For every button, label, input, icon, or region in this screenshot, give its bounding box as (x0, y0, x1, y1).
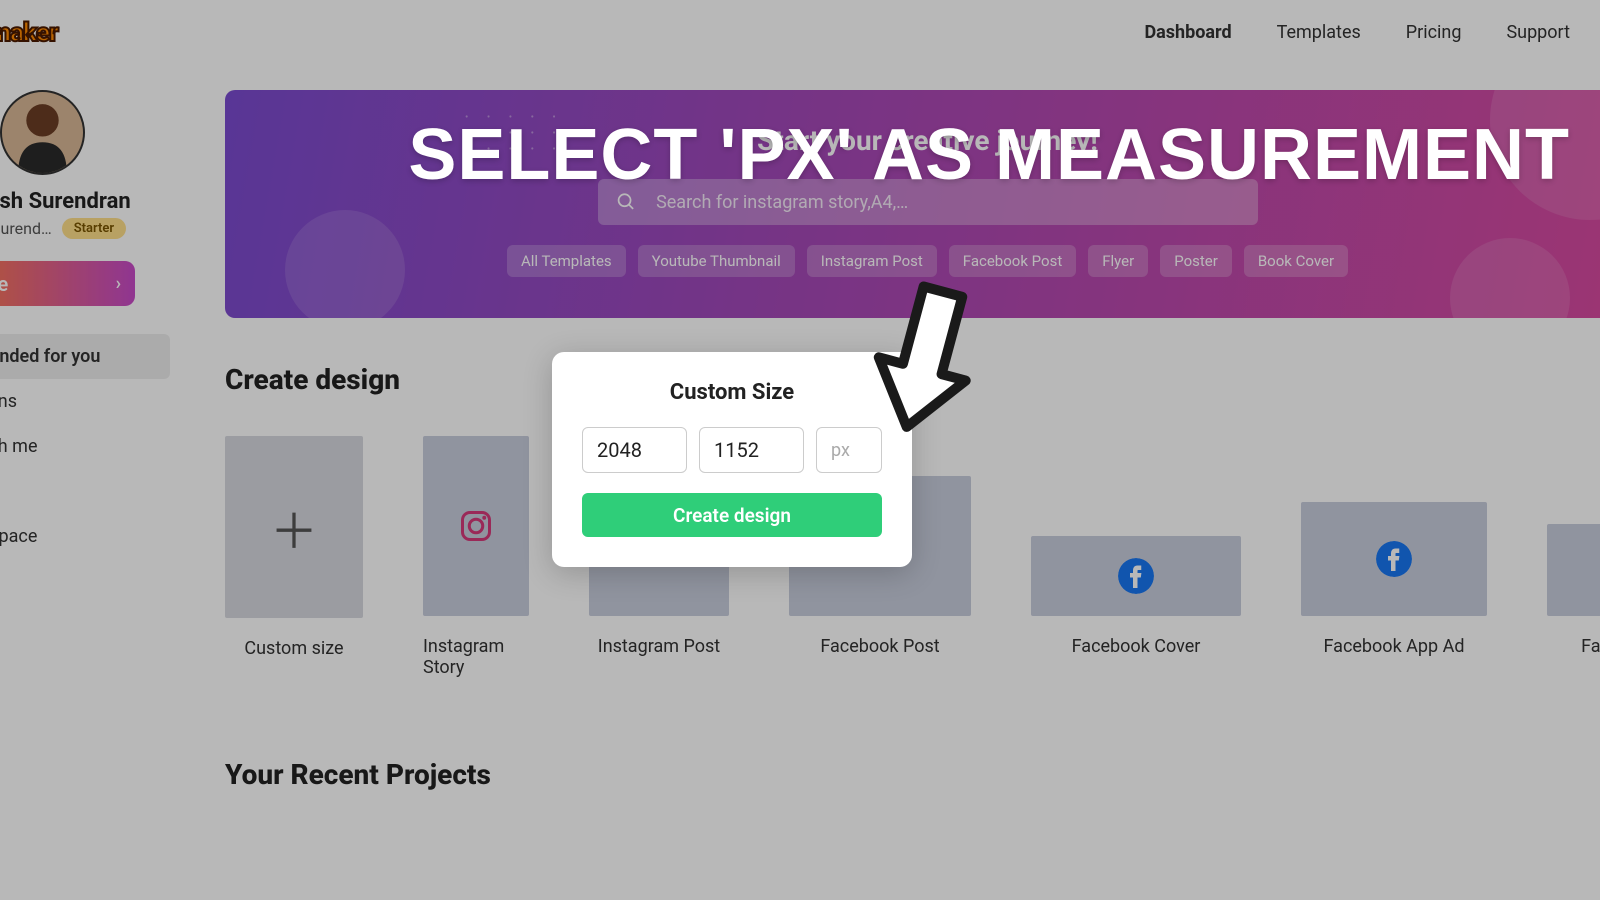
width-input[interactable] (582, 427, 687, 473)
custom-size-popover: Custom Size px Create design (552, 352, 912, 567)
create-design-button[interactable]: Create design (582, 493, 882, 537)
instruction-overlay: SELECT 'PX' AS MEASUREMENT (408, 118, 1570, 194)
popover-title: Custom Size (582, 380, 882, 405)
height-input[interactable] (699, 427, 804, 473)
size-inputs: px (582, 427, 882, 473)
arrow-icon (865, 278, 975, 442)
